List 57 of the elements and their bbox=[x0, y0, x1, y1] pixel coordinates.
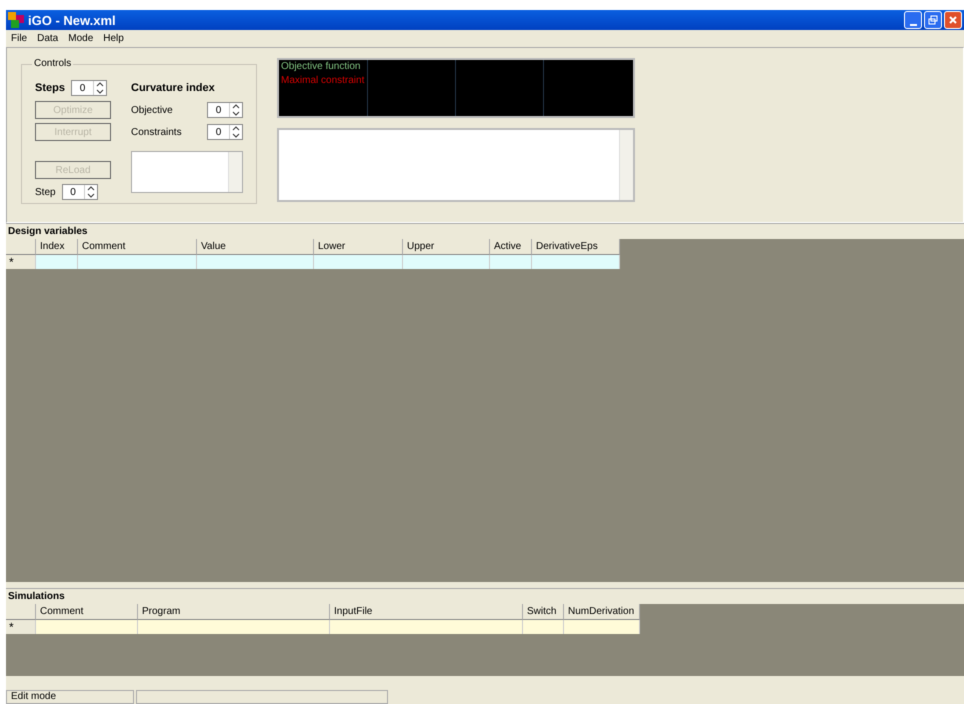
steps-label: Steps bbox=[35, 82, 65, 94]
window-title: iGO - New.xml bbox=[28, 12, 116, 28]
table-cell[interactable] bbox=[564, 620, 640, 634]
menu-item[interactable]: Data bbox=[36, 33, 60, 44]
legend-label: Maximal constraint bbox=[281, 75, 364, 86]
menu-item[interactable]: File bbox=[10, 33, 28, 44]
table-cell[interactable] bbox=[36, 255, 78, 269]
spin-arrows-icon[interactable] bbox=[92, 81, 106, 95]
column-header[interactable]: Index bbox=[36, 239, 78, 255]
spin-field[interactable]: 0 bbox=[62, 184, 98, 200]
column-header[interactable]: Comment bbox=[36, 604, 138, 620]
column-header[interactable]: Comment bbox=[78, 239, 197, 255]
table-cell[interactable] bbox=[138, 620, 330, 634]
new-row-marker: * bbox=[6, 620, 36, 634]
minimize-button[interactable] bbox=[904, 11, 922, 29]
minimize-icon bbox=[910, 24, 916, 26]
column-header[interactable]: Program bbox=[138, 604, 330, 620]
table-cell[interactable] bbox=[78, 255, 197, 269]
menu-item[interactable]: Mode bbox=[67, 33, 94, 44]
spin-field[interactable]: 0 bbox=[70, 80, 107, 96]
legend-label: Objective function bbox=[281, 61, 360, 72]
column-header[interactable]: InputFile bbox=[330, 604, 523, 620]
spin-arrows-icon[interactable] bbox=[229, 125, 242, 139]
table-cell[interactable] bbox=[330, 620, 523, 634]
column-header[interactable]: Upper bbox=[403, 239, 490, 255]
status-text: Edit mode bbox=[6, 690, 134, 704]
column-header[interactable]: Active bbox=[490, 239, 532, 255]
new-row-marker: * bbox=[6, 255, 36, 269]
column-header[interactable]: Lower bbox=[314, 239, 403, 255]
menu-item[interactable]: Help bbox=[102, 33, 125, 44]
restore-icon bbox=[928, 15, 938, 25]
table-cell[interactable] bbox=[36, 620, 138, 634]
log-box[interactable] bbox=[277, 128, 635, 202]
column-header[interactable]: Switch bbox=[523, 604, 564, 620]
column-header[interactable]: DerivativeEps bbox=[532, 239, 620, 255]
objective-label: Objective bbox=[131, 104, 173, 116]
group-title: Controls bbox=[32, 58, 74, 69]
column-header[interactable]: NumDerivation bbox=[564, 604, 640, 620]
table-cell[interactable] bbox=[523, 620, 564, 634]
spin-field[interactable]: 0 bbox=[207, 102, 243, 118]
close-button[interactable] bbox=[944, 11, 962, 29]
table-cell[interactable] bbox=[314, 255, 403, 269]
table-cell[interactable] bbox=[490, 255, 532, 269]
column-header[interactable]: Value bbox=[197, 239, 314, 255]
restore-button[interactable] bbox=[924, 11, 942, 29]
table-cell[interactable] bbox=[403, 255, 490, 269]
spin-field[interactable]: 0 bbox=[207, 124, 243, 140]
table-cell[interactable] bbox=[532, 255, 620, 269]
constraints-label: Constraints bbox=[131, 126, 182, 138]
close-icon bbox=[948, 15, 958, 25]
table-cell[interactable] bbox=[197, 255, 314, 269]
spin-arrows-icon[interactable] bbox=[229, 103, 242, 117]
app-icon bbox=[8, 12, 24, 28]
spin-arrows-icon[interactable] bbox=[84, 185, 97, 199]
list-box[interactable] bbox=[131, 151, 243, 193]
step-label: Step bbox=[35, 186, 56, 198]
curvature-title: Curvature index bbox=[131, 82, 215, 94]
